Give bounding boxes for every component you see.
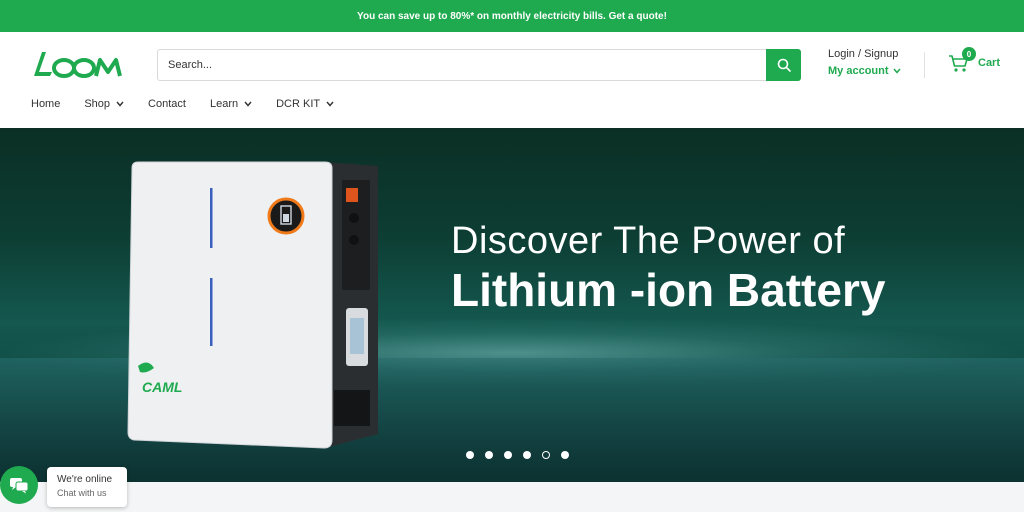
slider-dot[interactable] bbox=[504, 451, 512, 459]
slider-dot[interactable] bbox=[523, 451, 531, 459]
cart-count-badge: 0 bbox=[962, 47, 976, 61]
svg-text:CAML: CAML bbox=[142, 379, 182, 395]
hero-banner[interactable]: CAML Discover The Power of Lithium -ion … bbox=[0, 128, 1024, 482]
announcement-text[interactable]: You can save up to 80%* on monthly elect… bbox=[357, 11, 667, 22]
cart-button[interactable]: 0 Cart bbox=[948, 47, 1001, 74]
nav-label: Shop bbox=[84, 98, 111, 110]
main-nav: Home Shop Contact Learn DCR KIT bbox=[31, 98, 358, 110]
chat-button[interactable] bbox=[0, 466, 38, 504]
search-bar bbox=[157, 49, 801, 81]
chat-icon bbox=[10, 478, 29, 494]
brand-logo[interactable] bbox=[30, 46, 130, 82]
slider-dot[interactable] bbox=[466, 451, 474, 459]
slider-dot[interactable] bbox=[561, 451, 569, 459]
chat-status-subtitle: Chat with us bbox=[57, 488, 107, 498]
cart-icon: 0 bbox=[948, 47, 976, 74]
chat-status-title: We're online bbox=[57, 474, 113, 485]
header-divider bbox=[924, 52, 925, 78]
login-signup-link[interactable]: Login / Signup bbox=[828, 48, 901, 60]
chevron-down-icon bbox=[244, 101, 252, 107]
slider-dot-active[interactable] bbox=[542, 451, 550, 459]
search-button[interactable] bbox=[766, 49, 801, 81]
battery-product-image: CAML bbox=[127, 161, 378, 449]
announcement-bar[interactable]: You can save up to 80%* on monthly elect… bbox=[0, 0, 1024, 32]
chevron-down-icon bbox=[892, 68, 901, 74]
account-menu: Login / Signup My account bbox=[828, 48, 901, 77]
nav-label: Home bbox=[31, 98, 61, 110]
site-header: Login / Signup My account 0 Cart Home Sh… bbox=[0, 32, 1024, 128]
nav-item-contact[interactable]: Contact bbox=[148, 98, 186, 110]
next-section-strip bbox=[0, 482, 1024, 512]
chat-status-card[interactable]: We're online Chat with us bbox=[47, 467, 127, 507]
nav-label: Learn bbox=[209, 98, 239, 110]
chevron-down-icon bbox=[116, 101, 124, 107]
search-icon bbox=[777, 58, 791, 72]
nav-item-home[interactable]: Home bbox=[31, 98, 60, 110]
nav-label: Contact bbox=[148, 98, 186, 110]
slider-dot[interactable] bbox=[485, 451, 493, 459]
search-input[interactable] bbox=[157, 49, 767, 81]
chevron-down-icon bbox=[326, 101, 334, 107]
nav-item-shop[interactable]: Shop bbox=[84, 98, 124, 110]
nav-item-dcr-kit[interactable]: DCR KIT bbox=[276, 98, 334, 110]
cart-label: Cart bbox=[978, 57, 1001, 69]
nav-label: DCR KIT bbox=[276, 98, 321, 110]
hero-title-line1: Discover The Power of bbox=[451, 220, 846, 262]
my-account-dropdown[interactable]: My account bbox=[828, 65, 901, 77]
my-account-label: My account bbox=[828, 65, 889, 77]
hero-headline: Discover The Power of Lithium -ion Batte… bbox=[451, 220, 885, 317]
hero-title-line2: Lithium -ion Battery bbox=[451, 264, 886, 316]
nav-item-learn[interactable]: Learn bbox=[210, 98, 252, 110]
slider-pagination bbox=[466, 451, 569, 459]
